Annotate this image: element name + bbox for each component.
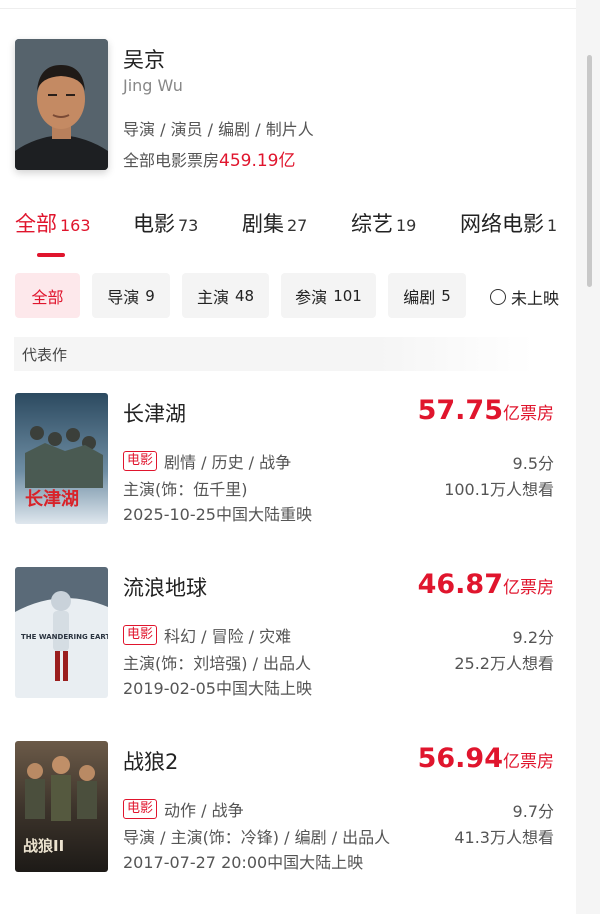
filter-label: 导演	[107, 287, 140, 307]
tab-count: 27	[287, 216, 308, 235]
filter-count: 101	[333, 286, 362, 305]
boxoffice-unit: 亿票房	[503, 578, 554, 598]
movie-poster[interactable]: 战狼II	[15, 741, 108, 872]
filter-supporting[interactable]: 参演 101	[281, 273, 376, 318]
type-tag: 电影	[123, 799, 158, 819]
movie-boxoffice: 56.94亿票房	[418, 743, 554, 774]
actor-roles: 导演 / 演员 / 编剧 / 制片人	[123, 120, 314, 139]
tab-count: 19	[396, 216, 417, 235]
movie-genres: 剧情 / 历史 / 战争	[164, 453, 292, 472]
filter-all[interactable]: 全部	[15, 273, 80, 318]
top-divider	[0, 8, 576, 9]
filter-label: 主演	[196, 287, 229, 307]
movie-score: 9.5分	[512, 454, 554, 473]
movie-score: 9.7分	[512, 802, 554, 821]
tab-movies[interactable]: 电影 73	[133, 208, 198, 238]
scrollbar-thumb[interactable]	[587, 55, 592, 287]
tab-count: 73	[178, 216, 199, 235]
tab-label: 电影	[133, 212, 175, 236]
radio-circle-icon[interactable]	[490, 289, 506, 305]
movie-genre-line: 电影 动作 / 战争	[123, 797, 244, 821]
movie-release: 2017-07-27 20:00中国大陆上映	[123, 853, 364, 872]
boxoffice-number: 56.94	[417, 743, 503, 774]
movie-title[interactable]: 战狼2	[123, 746, 178, 776]
filter-label: 全部	[31, 287, 64, 307]
movie-genre-line: 电影 科幻 / 冒险 / 灾难	[123, 623, 291, 647]
boxoffice-unit: 亿票房	[503, 752, 554, 772]
active-tab-indicator	[37, 253, 65, 257]
section-title: 代表作	[22, 346, 68, 364]
filter-lead[interactable]: 主演 48	[182, 273, 269, 318]
filter-director[interactable]: 导演 9	[92, 273, 170, 318]
movie-item[interactable]: 战狼II 战狼2 56.94亿票房 电影 动作 / 战争 导演 / 主演(饰：冷锋…	[0, 741, 576, 881]
movie-item[interactable]: 长津湖 长津湖 57.75亿票房 电影 剧情 / 历史 / 战争 主演(饰：伍千里…	[0, 393, 576, 533]
total-boxoffice: 全部电影票房459.19亿	[123, 146, 296, 171]
movie-role: 导演 / 主演(饰：冷锋) / 编剧 / 出品人	[123, 828, 391, 847]
tab-label: 全部	[15, 212, 57, 236]
movie-boxoffice: 57.75亿票房	[418, 395, 554, 426]
tab-variety[interactable]: 综艺 19	[351, 208, 416, 238]
filter-label: 编剧	[403, 287, 436, 307]
filter-count: 48	[234, 286, 255, 305]
poster-title: 战狼II	[23, 837, 64, 855]
type-tag: 电影	[123, 625, 158, 645]
tab-all[interactable]: 全部 163	[15, 208, 91, 238]
type-tag: 电影	[123, 451, 158, 471]
boxoffice-unit: 亿票房	[503, 404, 554, 424]
unreleased-toggle[interactable]: 未上映	[490, 285, 559, 309]
tab-label: 网络电影	[460, 212, 544, 236]
movie-want-count: 100.1万人想看	[444, 480, 554, 499]
movie-genre-line: 电影 剧情 / 历史 / 战争	[123, 449, 291, 473]
movie-item[interactable]: THE WANDERING EARTH 流浪地球 46.87亿票房 电影 科幻 /…	[0, 567, 576, 707]
movie-role: 主演(饰：伍千里)	[123, 480, 248, 499]
tab-label: 综艺	[351, 212, 393, 236]
avatar[interactable]	[15, 39, 108, 170]
actor-name: 吴京	[123, 48, 165, 72]
filter-label: 参演	[295, 287, 328, 307]
movie-genres: 动作 / 战争	[164, 801, 244, 820]
movie-poster[interactable]: 长津湖	[15, 393, 108, 524]
movie-title[interactable]: 流浪地球	[123, 572, 207, 602]
movie-want-count: 41.3万人想看	[454, 828, 554, 847]
boxoffice-label: 全部电影票房	[123, 151, 220, 170]
tab-label: 剧集	[242, 212, 284, 236]
movie-score: 9.2分	[512, 628, 554, 647]
poster-title: 长津湖	[25, 488, 79, 510]
actor-english-name: Jing Wu	[123, 76, 183, 95]
movie-want-count: 25.2万人想看	[454, 654, 554, 673]
tab-count: 1	[547, 216, 558, 235]
filter-count: 5	[441, 286, 451, 305]
unreleased-label: 未上映	[511, 289, 560, 308]
tab-count: 163	[60, 216, 91, 235]
tab-series[interactable]: 剧集 27	[242, 208, 307, 238]
movie-boxoffice: 46.87亿票房	[418, 569, 554, 600]
boxoffice-value: 459.19亿	[219, 151, 296, 171]
movie-release: 2025-10-25中国大陆重映	[123, 505, 312, 524]
poster-title: THE WANDERING EARTH	[21, 633, 108, 641]
filter-writer[interactable]: 编剧 5	[388, 273, 466, 318]
filter-count: 9	[145, 286, 155, 305]
movie-release: 2019-02-05中国大陆上映	[123, 679, 312, 698]
movie-role: 主演(饰：刘培强) / 出品人	[123, 654, 312, 673]
movie-poster[interactable]: THE WANDERING EARTH	[15, 567, 108, 698]
movie-title[interactable]: 长津湖	[123, 398, 186, 428]
boxoffice-number: 46.87	[417, 569, 503, 600]
movie-genres: 科幻 / 冒险 / 灾难	[164, 627, 292, 646]
tab-web-movies[interactable]: 网络电影 1	[460, 208, 557, 238]
section-header-bar	[14, 337, 534, 371]
boxoffice-number: 57.75	[417, 395, 503, 426]
